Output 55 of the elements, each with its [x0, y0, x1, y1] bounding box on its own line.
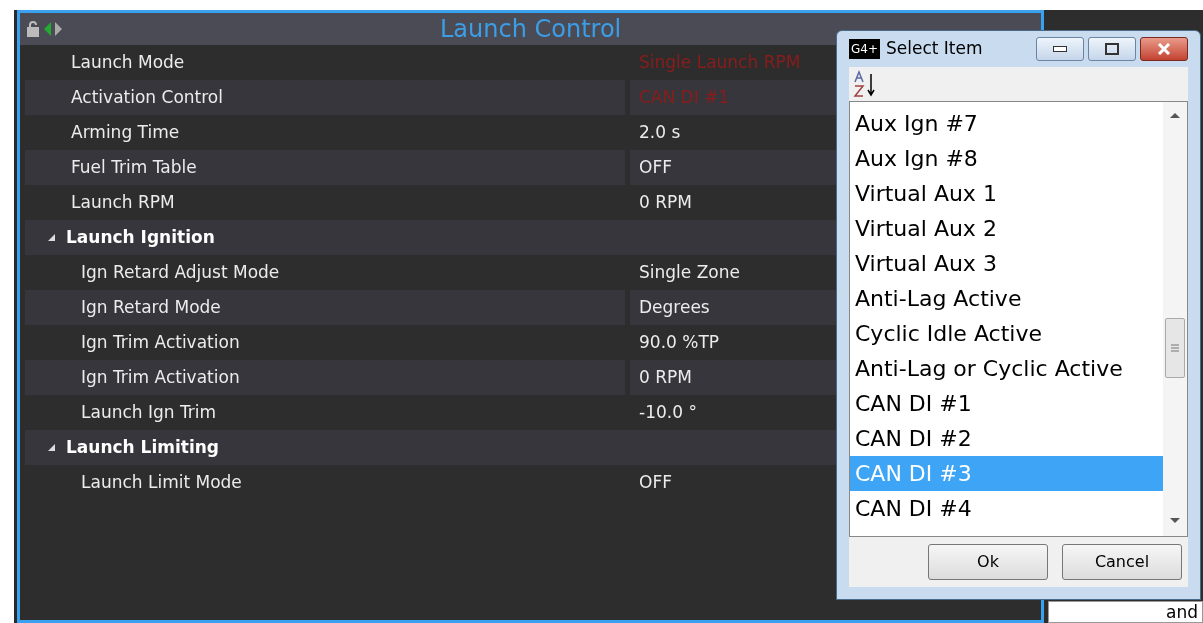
setting-label: Launch Ign Trim	[81, 400, 217, 424]
list-item[interactable]: Virtual Aux 2	[850, 211, 1163, 246]
list-item[interactable]: Virtual Aux 3	[850, 246, 1163, 281]
setting-value[interactable]: 0 RPM	[639, 364, 692, 391]
setting-value[interactable]: OFF	[639, 469, 672, 496]
setting-label: Ign Retard Mode	[81, 295, 221, 319]
expand-triangle-icon[interactable]	[47, 233, 56, 242]
text-field[interactable]: and	[1048, 601, 1203, 623]
minimize-icon	[1053, 46, 1067, 52]
sort-alphabetical-icon[interactable]	[853, 70, 877, 98]
list-item[interactable]: Virtual Aux 1	[850, 176, 1163, 211]
app-icon: G4+	[849, 39, 880, 59]
group-label[interactable]: Launch Limiting	[66, 434, 220, 461]
lock-icon[interactable]	[25, 21, 41, 37]
list-item[interactable]: CAN DI #2	[850, 421, 1163, 456]
list-item[interactable]: Aux Ign #7	[850, 106, 1163, 141]
list-item[interactable]: Anti-Lag or Cyclic Active	[850, 351, 1163, 386]
setting-label: Launch RPM	[71, 190, 175, 214]
list-item[interactable]: Cyclic Idle Active	[850, 316, 1163, 351]
expand-triangle-icon[interactable]	[47, 443, 56, 452]
close-icon	[1156, 43, 1172, 55]
setting-label: Ign Trim Activation	[81, 365, 240, 389]
setting-label: Fuel Trim Table	[71, 155, 197, 179]
list-item[interactable]: CAN DI #1	[850, 386, 1163, 421]
panel-title: Launch Control	[440, 14, 622, 45]
maximize-icon	[1105, 43, 1119, 55]
setting-label: Activation Control	[71, 85, 223, 109]
setting-value[interactable]: -10.0 °	[639, 399, 697, 426]
dialog-title: Select Item	[886, 37, 983, 61]
dialog-button[interactable]: Cancel	[1062, 544, 1182, 580]
back-arrow-icon[interactable]	[43, 21, 52, 37]
list-item[interactable]: Anti-Lag Active	[850, 281, 1163, 316]
setting-value[interactable]: Degrees	[639, 294, 710, 321]
setting-label: Launch Limit Mode	[81, 470, 242, 494]
scrollbar[interactable]	[1163, 102, 1187, 536]
setting-value[interactable]: OFF	[639, 154, 672, 181]
setting-value[interactable]: 2.0 s	[639, 119, 681, 146]
forward-arrow-icon[interactable]	[54, 21, 63, 37]
list-item[interactable]: Aux Ign #8	[850, 141, 1163, 176]
setting-label: Launch Mode	[71, 50, 185, 74]
setting-label: Ign Trim Activation	[81, 330, 240, 354]
scroll-up-icon[interactable]	[1170, 112, 1180, 118]
list-item[interactable]: CAN DI #4	[850, 491, 1163, 526]
group-label[interactable]: Launch Ignition	[66, 224, 215, 251]
setting-label: Arming Time	[71, 120, 180, 144]
minimize-button[interactable]	[1036, 37, 1084, 61]
setting-value[interactable]: 0 RPM	[639, 189, 692, 216]
scroll-grip-icon	[1171, 344, 1179, 352]
setting-label: Ign Retard Adjust Mode	[81, 260, 280, 284]
setting-value[interactable]: 90.0 %TP	[639, 329, 720, 356]
dialog-button[interactable]: Ok	[928, 544, 1048, 580]
close-button[interactable]	[1140, 37, 1188, 61]
setting-value[interactable]: Single Zone	[639, 259, 740, 286]
scroll-down-icon[interactable]	[1170, 518, 1180, 524]
maximize-button[interactable]	[1088, 37, 1136, 61]
